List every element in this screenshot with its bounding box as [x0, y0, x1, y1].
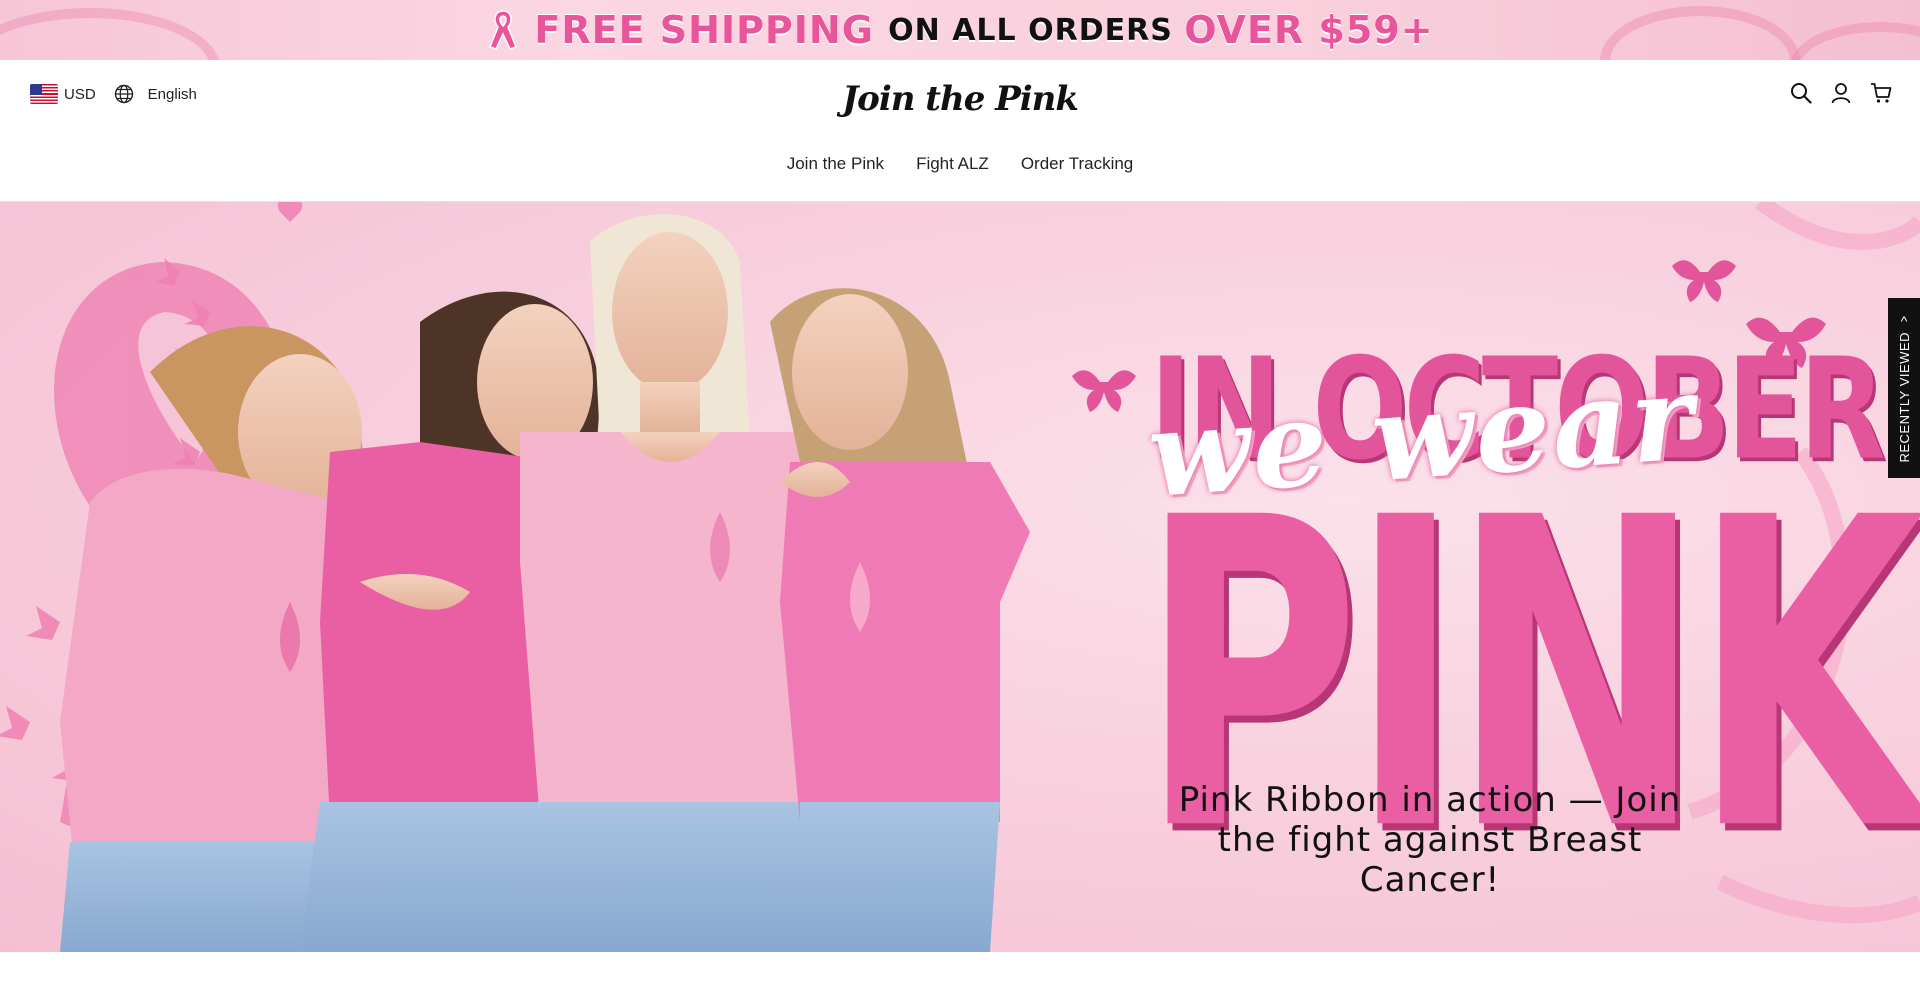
decor-ribbon-swirl	[1600, 6, 1800, 60]
decor-ribbon-swirl	[1790, 22, 1920, 60]
page-content-below	[0, 952, 1920, 993]
header-actions	[1790, 82, 1892, 104]
globe-icon	[114, 84, 133, 104]
announcement-bar: FREE SHIPPING ON ALL ORDERS OVER $59+	[0, 0, 1920, 60]
announcement-text-free-shipping: FREE SHIPPING	[534, 8, 889, 52]
currency-label: USD	[64, 85, 96, 103]
hero-subtitle-line-2: the fight against Breast Cancer!	[1217, 820, 1643, 900]
model-woman-4	[770, 288, 1030, 952]
logo-text: Join the Pink	[842, 79, 1079, 119]
nav-item-order-tracking[interactable]: Order Tracking	[1021, 154, 1133, 174]
language-label: English	[147, 85, 197, 103]
cart-icon[interactable]	[1870, 82, 1892, 104]
decor-heart	[277, 202, 303, 222]
announcement-text-on-all-orders: ON ALL ORDERS	[888, 12, 1185, 48]
chevron-up-icon: ^	[1900, 312, 1908, 329]
hero-title-we-wear: we wear	[1143, 347, 1700, 524]
main-nav: Join the Pink Fight ALZ Order Tracking	[0, 154, 1920, 174]
hero-subtitle-line-1: Pink Ribbon in action — Join	[1178, 780, 1682, 820]
user-icon[interactable]	[1830, 82, 1852, 104]
search-icon[interactable]	[1790, 82, 1812, 104]
hero-banner[interactable]: IN OCTOBER PINK we wear Pink Ribbon in a…	[0, 202, 1920, 952]
us-flag-icon	[30, 84, 58, 104]
hero-subtitle: Pink Ribbon in action — Join the fight a…	[1170, 780, 1690, 900]
announcement-text-over-59: OVER $59+	[1184, 8, 1434, 52]
nav-item-join-the-pink[interactable]: Join the Pink	[787, 154, 884, 174]
pink-ribbon-icon	[489, 10, 518, 50]
site-logo[interactable]: Join the Pink	[842, 70, 1079, 128]
recently-viewed-label: RECENTLY VIEWED	[1896, 331, 1912, 463]
decor-ribbon-swirl	[0, 8, 220, 60]
site-header: USD English Join the Pink Join the Pink …	[0, 60, 1920, 202]
currency-selector[interactable]: USD	[30, 84, 96, 104]
locale-selectors: USD English	[30, 84, 197, 104]
language-selector[interactable]: English	[114, 84, 197, 104]
nav-item-fight-alz[interactable]: Fight ALZ	[916, 154, 989, 174]
hero-headline: IN OCTOBER PINK we wear Pink Ribbon in a…	[1140, 202, 1920, 952]
recently-viewed-tab[interactable]: ^ RECENTLY VIEWED	[1888, 298, 1920, 478]
